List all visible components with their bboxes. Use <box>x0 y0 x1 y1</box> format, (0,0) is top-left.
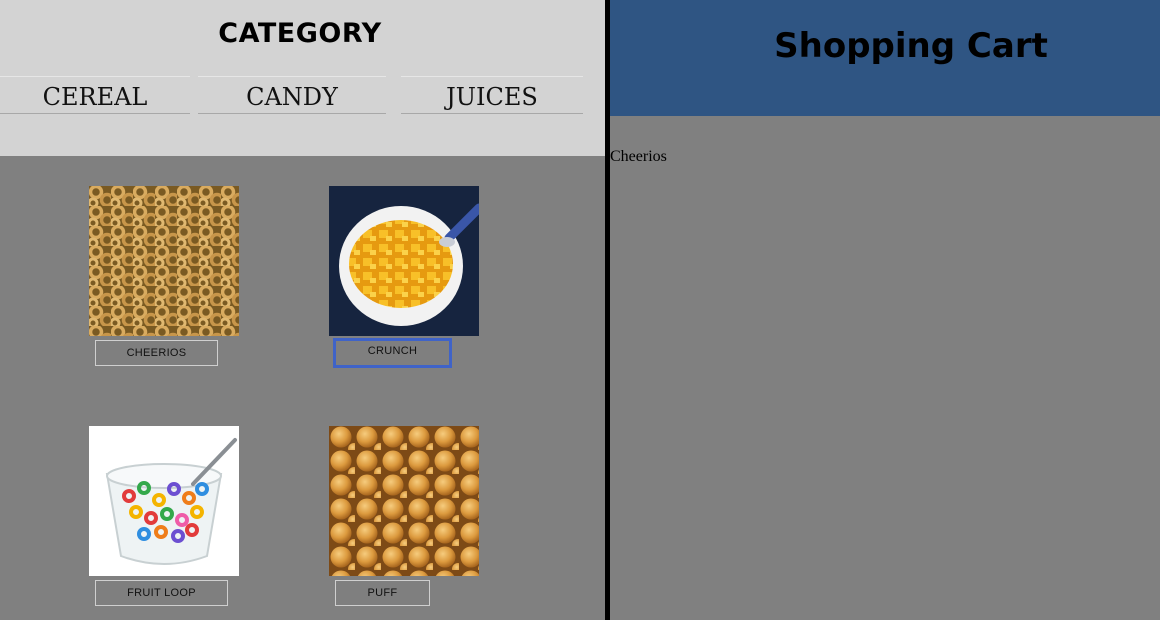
cheerios-cereal-image <box>89 186 239 336</box>
cart-item: Cheerios <box>610 148 667 165</box>
category-panel: CATEGORY CEREAL CANDY JUICES CHEERIOS CR… <box>0 0 605 620</box>
cart-panel: Shopping Cart Cheerios <box>610 0 1160 620</box>
puff-button[interactable]: PUFF <box>335 580 430 606</box>
puff-cereal-image <box>329 426 479 576</box>
category-title: CATEGORY <box>218 18 382 49</box>
category-header: CATEGORY CEREAL CANDY JUICES <box>0 0 605 156</box>
tab-cereal[interactable]: CEREAL <box>0 76 190 114</box>
cart-title: Shopping Cart <box>774 26 1048 66</box>
fruit-loop-button[interactable]: FRUIT LOOP <box>95 580 228 606</box>
cheerios-button[interactable]: CHEERIOS <box>95 340 218 366</box>
cart-header: Shopping Cart <box>610 0 1160 116</box>
crunch-button[interactable]: CRUNCH <box>333 338 452 368</box>
tab-juices[interactable]: JUICES <box>401 76 583 114</box>
fruit-loop-bowl-image <box>89 426 239 576</box>
crunch-cereal-bowl-image <box>329 186 479 336</box>
tab-candy[interactable]: CANDY <box>198 76 386 114</box>
